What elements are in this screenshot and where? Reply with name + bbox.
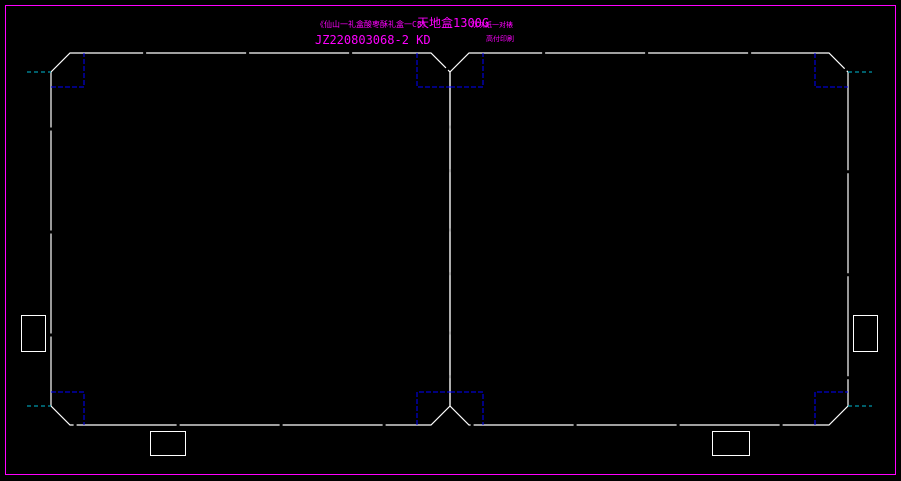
right-side-box [853, 315, 878, 352]
left-side-box [21, 315, 46, 352]
header-title: 《仙山一礼盒酸枣酥礼盒一C8》 [316, 19, 430, 29]
header-code: JZ220803068-2 KD [315, 33, 431, 47]
left-panel-outline [50, 52, 451, 426]
dieline-canvas: 《仙山一礼盒酸枣酥礼盒一C8》 天地盒1300G 双灰纸一对裱 JZ220803… [5, 5, 896, 475]
header-note: 高付印刷 [486, 34, 514, 43]
left-bottom-box [150, 431, 186, 456]
right-bottom-box [712, 431, 750, 456]
right-panel-outline [449, 52, 849, 426]
header-process: 双灰纸一对裱 [471, 20, 513, 29]
